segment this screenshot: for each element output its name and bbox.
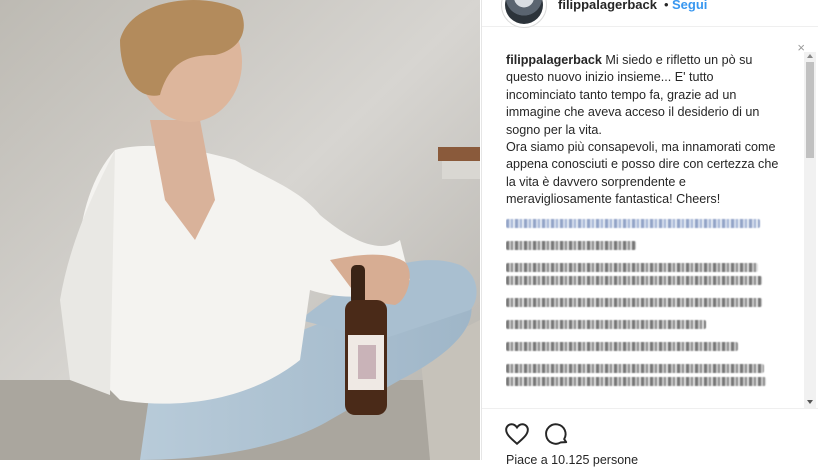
scroll-thumb[interactable] xyxy=(806,62,814,158)
caption-username[interactable]: filippalagerback xyxy=(506,53,602,67)
blurred-comment xyxy=(506,240,636,250)
blurred-comment xyxy=(506,297,762,307)
blurred-comment xyxy=(506,341,738,351)
blurred-comment xyxy=(506,376,766,386)
avatar[interactable] xyxy=(501,0,547,28)
follow-button[interactable]: Segui xyxy=(672,0,707,12)
post-photo[interactable] xyxy=(0,0,480,460)
scroll-down-arrow-icon[interactable] xyxy=(807,400,813,404)
caption-text-continued: Ora siamo più consapevoli, ma innamorati… xyxy=(506,140,779,207)
blurred-comment xyxy=(506,262,758,272)
post-actions: Piace a 10.125 persone xyxy=(482,408,818,467)
scroll-up-arrow-icon[interactable] xyxy=(807,54,813,58)
comment-icon[interactable] xyxy=(544,421,570,447)
header-username[interactable]: filippalagerback xyxy=(558,0,657,12)
caption: filippalagerback Mi siedo e rifletto un … xyxy=(506,52,784,209)
comments-list: filippalagerback Mi siedo e rifletto un … xyxy=(506,52,784,412)
comments-scrollbar[interactable] xyxy=(804,52,816,408)
blurred-comment xyxy=(506,275,762,285)
header-separator: • xyxy=(664,0,669,12)
blurred-comment xyxy=(506,319,706,329)
photo-image xyxy=(0,0,480,460)
blurred-comment xyxy=(506,363,764,373)
likes-count[interactable]: Piace a 10.125 persone xyxy=(506,453,638,467)
post-header: filippalagerback • Segui xyxy=(482,0,818,28)
avatar-image xyxy=(505,0,543,24)
heart-icon[interactable] xyxy=(504,421,530,447)
post-side-panel: filippalagerback • Segui × filippalagerb… xyxy=(481,0,818,467)
blurred-hashtags xyxy=(506,218,760,228)
